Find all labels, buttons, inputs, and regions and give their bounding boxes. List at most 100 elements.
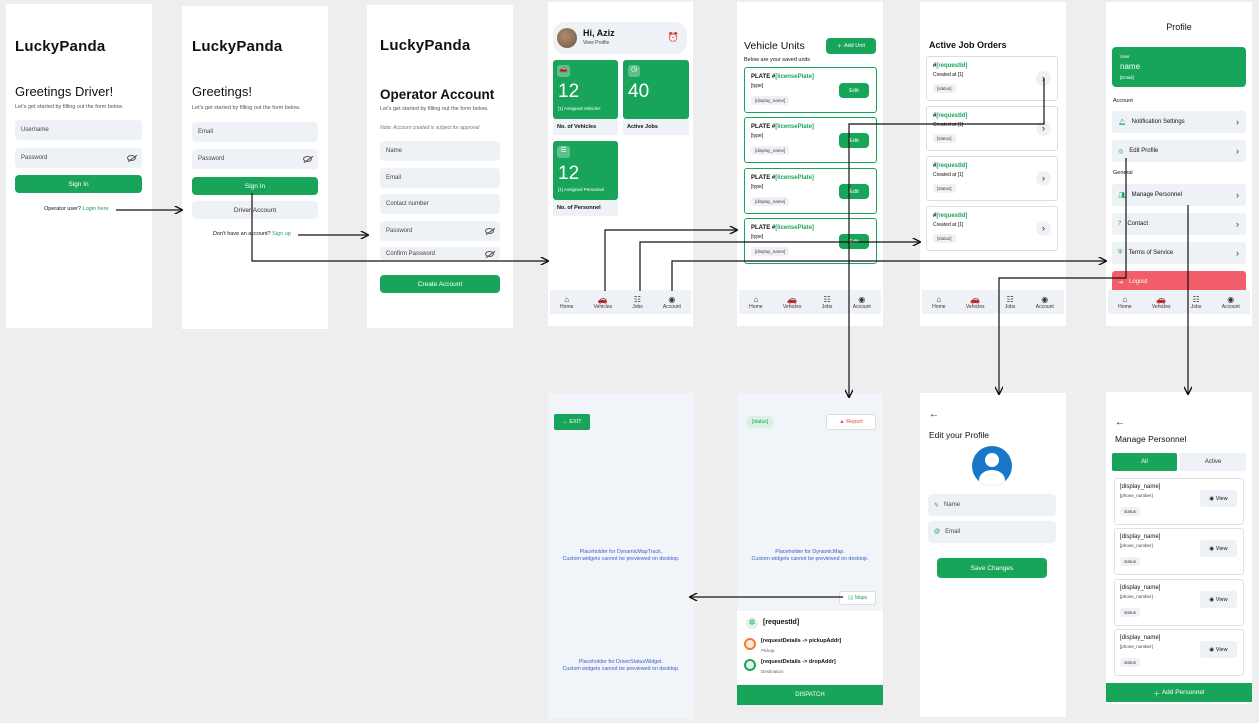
terms-item[interactable]: ⛨ Terms of Service ›	[1112, 242, 1246, 264]
personnel-card[interactable]: [display_name] [phone_number] status ◉ V…	[1114, 528, 1244, 575]
tab-active[interactable]: Active	[1180, 453, 1246, 471]
view-button[interactable]: ◉ View	[1200, 490, 1237, 507]
vehicles-card[interactable]: 🚗 12 [1] Assigned Vehicles	[553, 60, 618, 119]
add-unit-button[interactable]: ＋ Add Unit	[826, 38, 876, 54]
job-order-card[interactable]: #[requestId] Created at [1] [status] ›	[926, 156, 1058, 201]
password-field[interactable]: Password	[380, 221, 500, 241]
job-order-card[interactable]: #[requestId] Created at [1] [status] ›	[926, 106, 1058, 151]
back-arrow-icon[interactable]: ←	[1115, 417, 1125, 428]
assigned-vehicles: [1] Assigned Vehicles	[558, 106, 601, 111]
profile-screen: Profile User name [Email] Account 🔔︎ Noti…	[1106, 2, 1252, 326]
nav-vehicles[interactable]: 🚗 Vehicles	[783, 295, 802, 310]
edit-button[interactable]: Edit	[839, 234, 869, 249]
nav-home-label: Home	[1118, 303, 1132, 310]
edit-button[interactable]: Edit	[839, 184, 869, 199]
nav-jobs[interactable]: ☷ Jobs	[822, 295, 833, 310]
contact-label: Contact	[1127, 221, 1149, 227]
profile-header[interactable]: Hi, Aziz View Profile ⏰	[553, 22, 687, 54]
license-plate: [licensePlate]	[775, 225, 814, 231]
edit-button[interactable]: Edit	[839, 83, 869, 98]
nav-account-label: Account	[1221, 303, 1240, 310]
contact-item[interactable]: ? Contact ›	[1112, 213, 1246, 235]
edit-button[interactable]: Edit	[839, 133, 869, 148]
report-button[interactable]: ▲ Report	[826, 414, 876, 430]
back-arrow-icon[interactable]: ←	[929, 409, 939, 420]
view-button[interactable]: ◉ View	[1200, 591, 1237, 608]
email-field[interactable]: @ Email	[928, 521, 1056, 543]
nav-vehicles[interactable]: 🚗 Vehicles	[1152, 295, 1171, 310]
nav-account[interactable]: ◉ Account	[1036, 295, 1054, 310]
chevron-right-icon[interactable]: ›	[1036, 121, 1051, 136]
job-order-card[interactable]: #[requestId] Created at [1] [status] ›	[926, 56, 1058, 101]
personnel-card[interactable]: [display_name] [phone_number] status ◉ V…	[1114, 478, 1244, 525]
password-field[interactable]: Password	[15, 148, 142, 168]
nav-jobs[interactable]: ☷ Jobs	[632, 295, 643, 310]
alarm-icon[interactable]: ⏰	[668, 32, 679, 43]
chevron-right-icon[interactable]: ›	[1036, 221, 1051, 236]
vehicle-card[interactable]: PLATE #[licensePlate] [type] [display_na…	[744, 218, 877, 264]
nav-jobs[interactable]: ☷ Jobs	[1005, 295, 1016, 310]
avatar-icon[interactable]	[972, 446, 1012, 486]
password-field[interactable]: Password	[192, 149, 318, 169]
sign-up-link[interactable]: Sign up	[272, 231, 291, 237]
exit-button[interactable]: ← EXIT	[554, 414, 590, 430]
edit-profile-item[interactable]: ◎ Edit Profile ›	[1112, 140, 1246, 162]
create-account-button[interactable]: Create Account	[380, 275, 500, 293]
nav-jobs-label: Jobs	[632, 303, 643, 310]
sign-in-button[interactable]: Sign In	[192, 177, 318, 195]
view-button[interactable]: ◉ View	[1200, 641, 1237, 658]
manage-personnel-item[interactable]: 👥︎ Manage Personnel ›	[1112, 184, 1246, 206]
chevron-right-icon[interactable]: ›	[1036, 71, 1051, 86]
personnel-card[interactable]: ☰ 12 [1] Assigned Personnel	[553, 141, 618, 200]
display-name: [display_name]	[1120, 585, 1161, 591]
nav-home[interactable]: ⌂ Home	[1118, 295, 1131, 310]
notification-settings-item[interactable]: 🔔︎ Notification Settings ›	[1112, 111, 1246, 133]
bottom-nav: ⌂ Home 🚗 Vehicles ☷ Jobs ◉ Account	[1108, 290, 1250, 314]
maps-button[interactable]: ▯▯ Maps	[839, 591, 876, 605]
user-card[interactable]: User name [Email]	[1112, 47, 1246, 87]
confirm-password-field[interactable]: Confirm Password	[380, 247, 500, 260]
chevron-right-icon: ›	[1236, 219, 1239, 229]
nav-account[interactable]: ◉ Account	[1222, 295, 1240, 310]
vehicle-card[interactable]: PLATE #[licensePlate] [type] [display_na…	[744, 117, 877, 163]
jobs-card[interactable]: ◷ 40	[623, 60, 689, 119]
driver-account-button[interactable]: Driver Account	[192, 201, 318, 219]
add-personnel-button[interactable]: ＋ Add Personnel	[1106, 683, 1252, 702]
eye-off-icon[interactable]	[127, 155, 136, 161]
email-field[interactable]: Email	[192, 122, 318, 142]
login-here-link[interactable]: Login here	[83, 206, 109, 212]
sign-in-button[interactable]: Sign In	[15, 175, 142, 193]
dispatch-button[interactable]: DISPATCH	[737, 685, 883, 705]
save-changes-button[interactable]: Save Changes	[937, 558, 1047, 578]
nav-vehicles[interactable]: 🚗 Vehicles	[966, 295, 985, 310]
nav-home[interactable]: ⌂ Home	[560, 295, 573, 310]
eye-off-icon[interactable]	[303, 156, 312, 162]
eye-off-icon[interactable]	[485, 251, 494, 257]
chevron-right-icon[interactable]: ›	[1036, 171, 1051, 186]
vehicle-card[interactable]: PLATE #[licensePlate] [type] [display_na…	[744, 67, 877, 113]
tab-all[interactable]: All	[1112, 453, 1177, 471]
vehicle-type: [type]	[751, 133, 764, 139]
signup-question: Don't have an account?	[213, 231, 271, 237]
vehicle-card[interactable]: PLATE #[licensePlate] [type] [display_na…	[744, 168, 877, 214]
contact-number-field[interactable]: Contact number	[380, 194, 500, 214]
email-field[interactable]: Email	[380, 168, 500, 188]
eye-off-icon[interactable]	[485, 228, 494, 234]
view-profile-link[interactable]: View Profile	[583, 40, 609, 46]
personnel-card[interactable]: [display_name] [phone_number] status ◉ V…	[1114, 579, 1244, 626]
nav-jobs[interactable]: ☷ Jobs	[1191, 295, 1202, 310]
nav-vehicles[interactable]: 🚗 Vehicles	[593, 295, 612, 310]
display-name-pill: [display_name]	[751, 96, 790, 105]
personnel-card[interactable]: [display_name] [phone_number] status ◉ V…	[1114, 629, 1244, 676]
job-order-card[interactable]: #[requestId] Created at [1] [status] ›	[926, 206, 1058, 251]
nav-home[interactable]: ⌂ Home	[749, 295, 762, 310]
nav-account[interactable]: ◉ Account	[663, 295, 681, 310]
name-field[interactable]: Name	[380, 141, 500, 161]
nav-home[interactable]: ⌂ Home	[932, 295, 945, 310]
page-title: Active Job Orders	[929, 40, 1007, 50]
nav-account[interactable]: ◉ Account	[853, 295, 871, 310]
username-field[interactable]: Username	[15, 120, 142, 140]
view-button[interactable]: ◉ View	[1200, 540, 1237, 557]
created-at: Created at [1]	[933, 172, 964, 178]
name-field[interactable]: ✎ Name	[928, 494, 1056, 516]
